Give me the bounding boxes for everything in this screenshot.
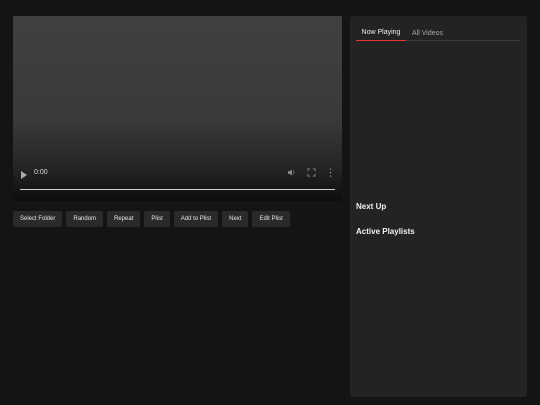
sidebar: Now Playing All Videos Next Up Active Pl… — [350, 16, 527, 397]
active-playlists-heading: Active Playlists — [356, 227, 415, 236]
tab-all-videos[interactable]: All Videos — [412, 25, 443, 41]
more-vertical-icon[interactable] — [329, 168, 332, 177]
plist-button[interactable]: Plist — [144, 211, 170, 227]
tab-now-playing[interactable]: Now Playing — [356, 25, 406, 41]
play-icon[interactable] — [21, 171, 27, 179]
progress-bar[interactable] — [20, 189, 335, 190]
next-up-heading: Next Up — [356, 202, 387, 211]
app: 0:00 Select Folder Random Repeat Plist A… — [0, 0, 540, 405]
control-buttons: Select Folder Random Repeat Plist Add to… — [13, 211, 290, 227]
edit-plist-button[interactable]: Edit Plist — [252, 211, 290, 227]
video-player[interactable]: 0:00 — [13, 16, 342, 201]
sidebar-tabs: Now Playing All Videos — [356, 25, 521, 41]
add-to-plist-button[interactable]: Add to Plist — [173, 211, 219, 227]
volume-icon[interactable] — [287, 168, 296, 177]
select-folder-button[interactable]: Select Folder — [13, 211, 63, 227]
repeat-button[interactable]: Repeat — [107, 211, 141, 227]
fullscreen-icon[interactable] — [307, 168, 316, 177]
time-display: 0:00 — [34, 169, 48, 176]
player-controls: 0:00 — [13, 163, 342, 201]
next-button[interactable]: Next — [222, 211, 249, 227]
random-button[interactable]: Random — [66, 211, 104, 227]
